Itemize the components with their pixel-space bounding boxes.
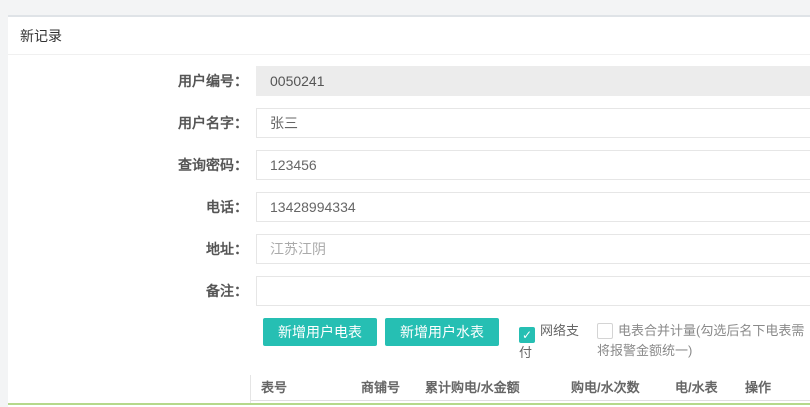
- form-row-query-password: 查询密码：: [8, 150, 810, 180]
- address-label: 地址：: [8, 234, 248, 264]
- add-electric-meter-button[interactable]: 新增用户电表: [263, 318, 377, 346]
- merge-metering-checkbox-group[interactable]: 电表合并计量(勾选后名下电表需将报警金额统一): [597, 321, 810, 361]
- header-meter-number: 表号: [251, 375, 361, 400]
- network-payment-checkbox-group[interactable]: ✓网络支付: [519, 321, 583, 363]
- checkbox-checked-icon[interactable]: ✓: [519, 327, 535, 343]
- panel-header: 新记录: [8, 17, 810, 55]
- action-row: 新增用户电表 新增用户水表 ✓网络支付 电表合并计量(勾选后名下电表需将报警金额…: [263, 318, 810, 363]
- bottom-divider: [8, 403, 810, 405]
- add-water-meter-button[interactable]: 新增用户水表: [385, 318, 499, 346]
- remark-label: 备注：: [8, 276, 248, 306]
- user-name-input[interactable]: [256, 108, 810, 138]
- form-row-user-name: 用户名字：: [8, 108, 810, 138]
- form-row-address: 地址：: [8, 234, 810, 264]
- header-meter-type: 电/水表: [675, 375, 745, 400]
- merge-metering-label: 电表合并计量(勾选后名下电表需将报警金额统一): [597, 323, 804, 358]
- checkbox-unchecked-icon[interactable]: [597, 323, 613, 339]
- remark-input[interactable]: [256, 276, 810, 306]
- meter-table-header-row: 表号 商铺号 累计购电/水金额 购电/水次数 电/水表 操作: [251, 375, 810, 401]
- page: 新记录 用户编号： 用户名字： 查询密码：: [0, 0, 810, 407]
- new-record-form: 用户编号： 用户名字： 查询密码： 电话：: [8, 55, 810, 403]
- form-row-remark: 备注：: [8, 276, 810, 306]
- meter-table: 表号 商铺号 累计购电/水金额 购电/水次数 电/水表 操作: [250, 375, 810, 403]
- header-total-purchase-amount: 累计购电/水金额: [425, 375, 571, 400]
- phone-label: 电话：: [8, 192, 248, 222]
- address-input[interactable]: [256, 234, 810, 264]
- user-id-label: 用户编号：: [8, 66, 248, 96]
- page-title: 新记录: [20, 28, 62, 44]
- query-password-label: 查询密码：: [8, 150, 248, 180]
- header-actions: 操作: [745, 375, 810, 400]
- header-shop-number: 商铺号: [361, 375, 425, 400]
- form-row-user-id: 用户编号：: [8, 66, 810, 96]
- phone-input[interactable]: [256, 192, 810, 222]
- user-name-label: 用户名字：: [8, 108, 248, 138]
- form-row-phone: 电话：: [8, 192, 810, 222]
- query-password-input[interactable]: [256, 150, 810, 180]
- header-purchase-count: 购电/水次数: [571, 375, 675, 400]
- new-record-panel: 新记录 用户编号： 用户名字： 查询密码：: [8, 15, 810, 407]
- user-id-input: [256, 66, 810, 96]
